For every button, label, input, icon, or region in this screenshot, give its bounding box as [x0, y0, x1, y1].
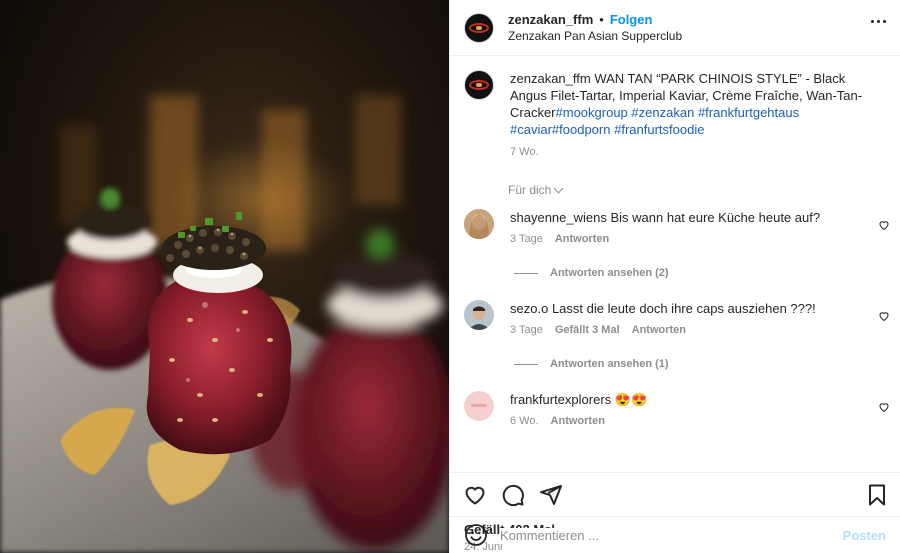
comment-input[interactable]: [500, 527, 843, 543]
follow-button[interactable]: Folgen: [610, 11, 653, 28]
comment-text: 😍😍: [614, 392, 648, 407]
location-link[interactable]: Zenzakan Pan Asian Supperclub: [508, 28, 682, 45]
separator-dot: •: [599, 11, 604, 27]
post-side-panel: zenzakan_ffm • Folgen Zenzakan Pan Asian…: [449, 0, 900, 553]
post-dialog: zenzakan_ffm • Folgen Zenzakan Pan Asian…: [0, 0, 900, 553]
comment-item: sezo.o Lasst die leute doch ihre caps au…: [450, 300, 900, 336]
comment-username[interactable]: frankfurtexplorers: [510, 392, 611, 407]
caption-username[interactable]: zenzakan_ffm: [510, 71, 591, 86]
commenter-avatar[interactable]: [464, 300, 494, 330]
comment-username[interactable]: shayenne_wiens: [510, 210, 607, 225]
author-username[interactable]: zenzakan_ffm: [508, 11, 593, 28]
comment-age: 3 Tage: [510, 233, 543, 245]
comment-username[interactable]: sezo.o: [510, 301, 548, 316]
hashtag-link[interactable]: #franfurtsfoodie: [614, 122, 704, 137]
view-replies-label: Antworten ansehen (1): [550, 358, 669, 370]
hashtag-link[interactable]: #frankfurtgehtaus: [698, 105, 799, 120]
comment-composer: Posten: [450, 516, 900, 553]
commenter-avatar[interactable]: [464, 209, 494, 239]
hashtag-link[interactable]: #caviar: [510, 122, 552, 137]
translation-label: Für dich: [508, 183, 552, 197]
comment-like-heart-icon[interactable]: [878, 310, 890, 322]
comment-bubble-icon[interactable]: [501, 483, 525, 507]
author-avatar[interactable]: [464, 12, 494, 43]
post-caption: zenzakan_ffm WAN TAN “PARK CHINOIS STYLE…: [450, 56, 900, 161]
paper-plane-icon[interactable]: [539, 483, 563, 507]
commenter-avatar[interactable]: [464, 391, 494, 421]
bookmark-icon[interactable]: [865, 483, 889, 507]
chevron-down-icon: [553, 183, 564, 193]
post-photo[interactable]: [0, 0, 449, 553]
heart-icon[interactable]: [463, 483, 487, 507]
hashtag-link[interactable]: #foodporn: [552, 122, 611, 137]
comment-like-heart-icon[interactable]: [878, 401, 890, 413]
view-replies-button[interactable]: Antworten ansehen (1): [514, 358, 900, 370]
comment-like-heart-icon[interactable]: [878, 219, 890, 231]
caption-age: 7 Wo.: [510, 146, 539, 158]
comment-age: 3 Tage: [510, 324, 543, 336]
comment-likes-count[interactable]: Gefällt 3 Mal: [555, 324, 620, 336]
post-header: zenzakan_ffm • Folgen Zenzakan Pan Asian…: [450, 0, 900, 56]
comment-text: Lasst die leute doch ihre caps ausziehen…: [551, 301, 816, 316]
see-translation-toggle[interactable]: Für dich: [508, 183, 900, 197]
caption-author-avatar[interactable]: [464, 70, 494, 100]
action-bar: [450, 472, 900, 516]
comment-age: 6 Wo.: [510, 415, 539, 427]
hashtag-link[interactable]: #mookgroup: [556, 105, 628, 120]
hashtag-link[interactable]: #zenzakan: [631, 105, 694, 120]
comment-item: frankfurtexplorers 😍😍 6 Wo. Antworten: [450, 391, 900, 427]
view-replies-button[interactable]: Antworten ansehen (2): [514, 267, 900, 279]
comment-item: shayenne_wiens Bis wann hat eure Küche h…: [450, 209, 900, 245]
food-photo-image: [0, 0, 449, 553]
comment-text: Bis wann hat eure Küche heute auf?: [610, 210, 821, 225]
emoji-icon[interactable]: [464, 523, 488, 547]
reply-button[interactable]: Antworten: [632, 324, 686, 336]
post-comment-button[interactable]: Posten: [843, 528, 886, 543]
reply-button[interactable]: Antworten: [551, 415, 605, 427]
reply-button[interactable]: Antworten: [555, 233, 609, 245]
more-options-icon[interactable]: [871, 20, 886, 23]
comments-list[interactable]: zenzakan_ffm WAN TAN “PARK CHINOIS STYLE…: [450, 56, 900, 472]
view-replies-label: Antworten ansehen (2): [550, 267, 669, 279]
